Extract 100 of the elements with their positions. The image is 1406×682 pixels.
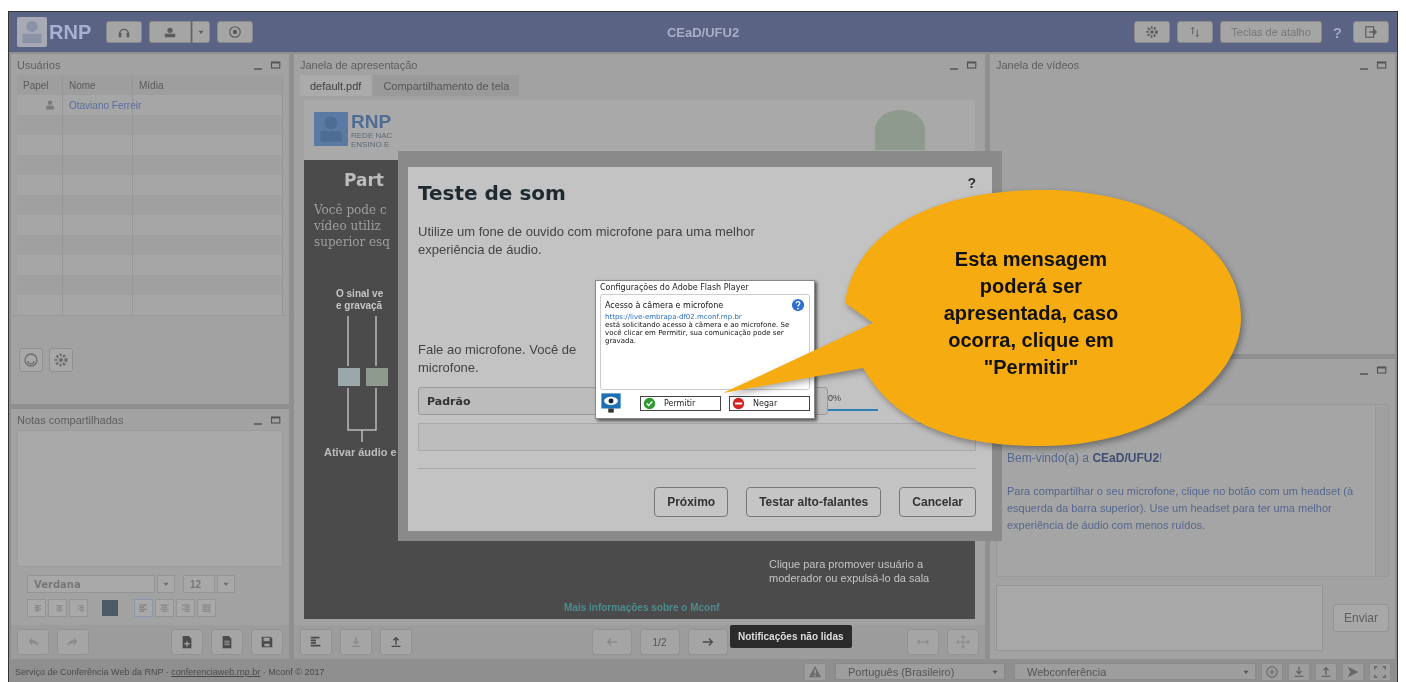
help-icon (791, 298, 805, 312)
callout-text: Esta mensagem poderá ser apresentada, caso ocorra, clique em "Permitir" (942, 247, 1120, 380)
redo-button[interactable] (57, 629, 89, 655)
record-button[interactable] (217, 21, 254, 43)
download-icon (1292, 664, 1306, 679)
minimize-icon (1360, 372, 1368, 375)
language-dropdown[interactable]: Português (Brasileiro) (835, 663, 1005, 680)
minimize-icon (1360, 67, 1368, 70)
fullscreen-icon (1373, 664, 1387, 679)
send-button[interactable]: Enviar (1333, 604, 1389, 632)
logout-icon (1364, 25, 1378, 39)
maximize-icon (270, 413, 282, 426)
align-button[interactable] (197, 599, 216, 617)
upload-icon (389, 635, 403, 649)
download-button[interactable] (340, 629, 372, 655)
maximize-icon (1376, 58, 1388, 71)
undo-icon (26, 635, 40, 649)
slides-button[interactable] (300, 629, 332, 655)
dropdown-button[interactable] (157, 575, 175, 593)
move-button[interactable] (947, 629, 979, 655)
previous-button[interactable] (591, 629, 632, 655)
undo-button[interactable] (17, 629, 49, 655)
dialog-text: microfone. (418, 359, 479, 377)
warning-icon (808, 664, 822, 679)
upload-button[interactable] (380, 629, 412, 655)
layout-button[interactable] (1177, 21, 1214, 43)
download-icon (349, 635, 363, 649)
panel-title: Janela de vídeos (996, 58, 1080, 71)
align-button[interactable] (176, 599, 195, 617)
minimize-icon (950, 67, 958, 70)
footer-text: Serviço de Conferência Web da RNP · conferenciaweb.rnp.br · Mconf © 2017 (15, 666, 325, 677)
notifications-button[interactable] (804, 662, 826, 681)
welcome-message: Bem-vindo(a) a CEaD/UFU2! (1007, 451, 1164, 465)
docplus-icon (180, 635, 194, 649)
format-icon (34, 603, 43, 613)
smiley-icon (23, 352, 39, 368)
monitor-eye-icon (600, 392, 622, 414)
help-button[interactable]: ? (1328, 23, 1346, 41)
slide-link[interactable]: Mais informações sobre o Mconf (564, 602, 720, 613)
alignright-icon (180, 602, 191, 614)
allow-button[interactable]: Permitir (640, 395, 721, 411)
align-button[interactable] (155, 599, 174, 617)
webcam-icon (163, 25, 178, 39)
settings-button[interactable] (49, 348, 73, 372)
help-button[interactable]: ? (967, 175, 976, 191)
deny-button[interactable]: Negar (729, 395, 810, 411)
tab[interactable]: default.pdf (300, 75, 372, 96)
user-name: Otaviano Ferreir (69, 99, 142, 111)
save-button[interactable] (251, 629, 283, 655)
download-button[interactable] (1288, 662, 1310, 681)
color-swatch[interactable] (102, 600, 118, 616)
gear-icon (1145, 25, 1160, 39)
diagram-caption: O sinal ve (336, 288, 385, 300)
layout-dropdown[interactable]: Webconferência (1014, 663, 1256, 680)
panel-title: Janela de apresentação (300, 58, 418, 71)
note-button[interactable] (211, 629, 243, 655)
fullscreen-button[interactable] (1369, 662, 1391, 681)
room-title: CEaD/UFU2 (666, 24, 740, 40)
redo-icon (66, 635, 80, 649)
slide-text: vídeo utiliz (314, 218, 382, 234)
tab[interactable]: Compartilhamento de tela (373, 75, 520, 96)
maximize-icon (966, 58, 978, 71)
align-button[interactable] (134, 599, 153, 617)
logo-text: RNP (49, 20, 92, 44)
dropdown-button[interactable] (192, 21, 211, 43)
tooltip: Notificações não lidas (730, 625, 852, 648)
settings-button[interactable] (1134, 21, 1171, 43)
minimize-icon (254, 422, 262, 425)
add-button[interactable] (1261, 662, 1283, 681)
dialog-heading: Acesso à câmera e microfone (605, 300, 724, 310)
next-button[interactable] (687, 629, 728, 655)
text-field[interactable] (418, 423, 976, 451)
dialog-text: Utilize um fone de ouvido com microfone para uma melhor experiência de áudio. (418, 223, 756, 259)
panel-title: Usuários (17, 58, 61, 71)
logout-button[interactable] (1353, 21, 1389, 43)
footer-link[interactable]: conferenciaweb.rnp.br (171, 666, 261, 677)
chat-message: Para compartilhar o seu microfone, clique no botão com um headset (à esquerda da barra superior). Use um headset para ter uma melhor experiência de áudio com menos ruídos. (1007, 484, 1355, 533)
upload-icon (1319, 664, 1333, 679)
webcam-button[interactable] (149, 21, 192, 43)
dropdown-button[interactable] (217, 575, 235, 593)
page-button[interactable]: 1/2 (639, 629, 680, 655)
move-icon (956, 635, 970, 649)
right-icon (700, 635, 715, 649)
send-icon (1346, 664, 1360, 679)
save-icon (260, 635, 274, 649)
dialog-button[interactable]: Cancelar (899, 487, 976, 517)
send-button[interactable] (1342, 662, 1364, 681)
list-icon (309, 635, 323, 649)
upload-button[interactable] (1315, 662, 1337, 681)
dialog-button[interactable]: Testar alto-falantes (746, 487, 882, 517)
emoji-button[interactable] (19, 348, 43, 372)
format-icon (76, 603, 85, 613)
new-note-button[interactable] (171, 629, 203, 655)
headset-button[interactable] (106, 21, 143, 43)
aligncenter-icon (159, 602, 170, 614)
diagram-caption: e gravaçã (336, 300, 384, 312)
format-icon (55, 603, 64, 613)
slide-text: Clique para promover usuário a moderador ou expulsá-lo da sala (769, 557, 931, 585)
fit-width-button[interactable] (907, 629, 939, 655)
dialog-button[interactable]: Próximo (654, 487, 729, 517)
